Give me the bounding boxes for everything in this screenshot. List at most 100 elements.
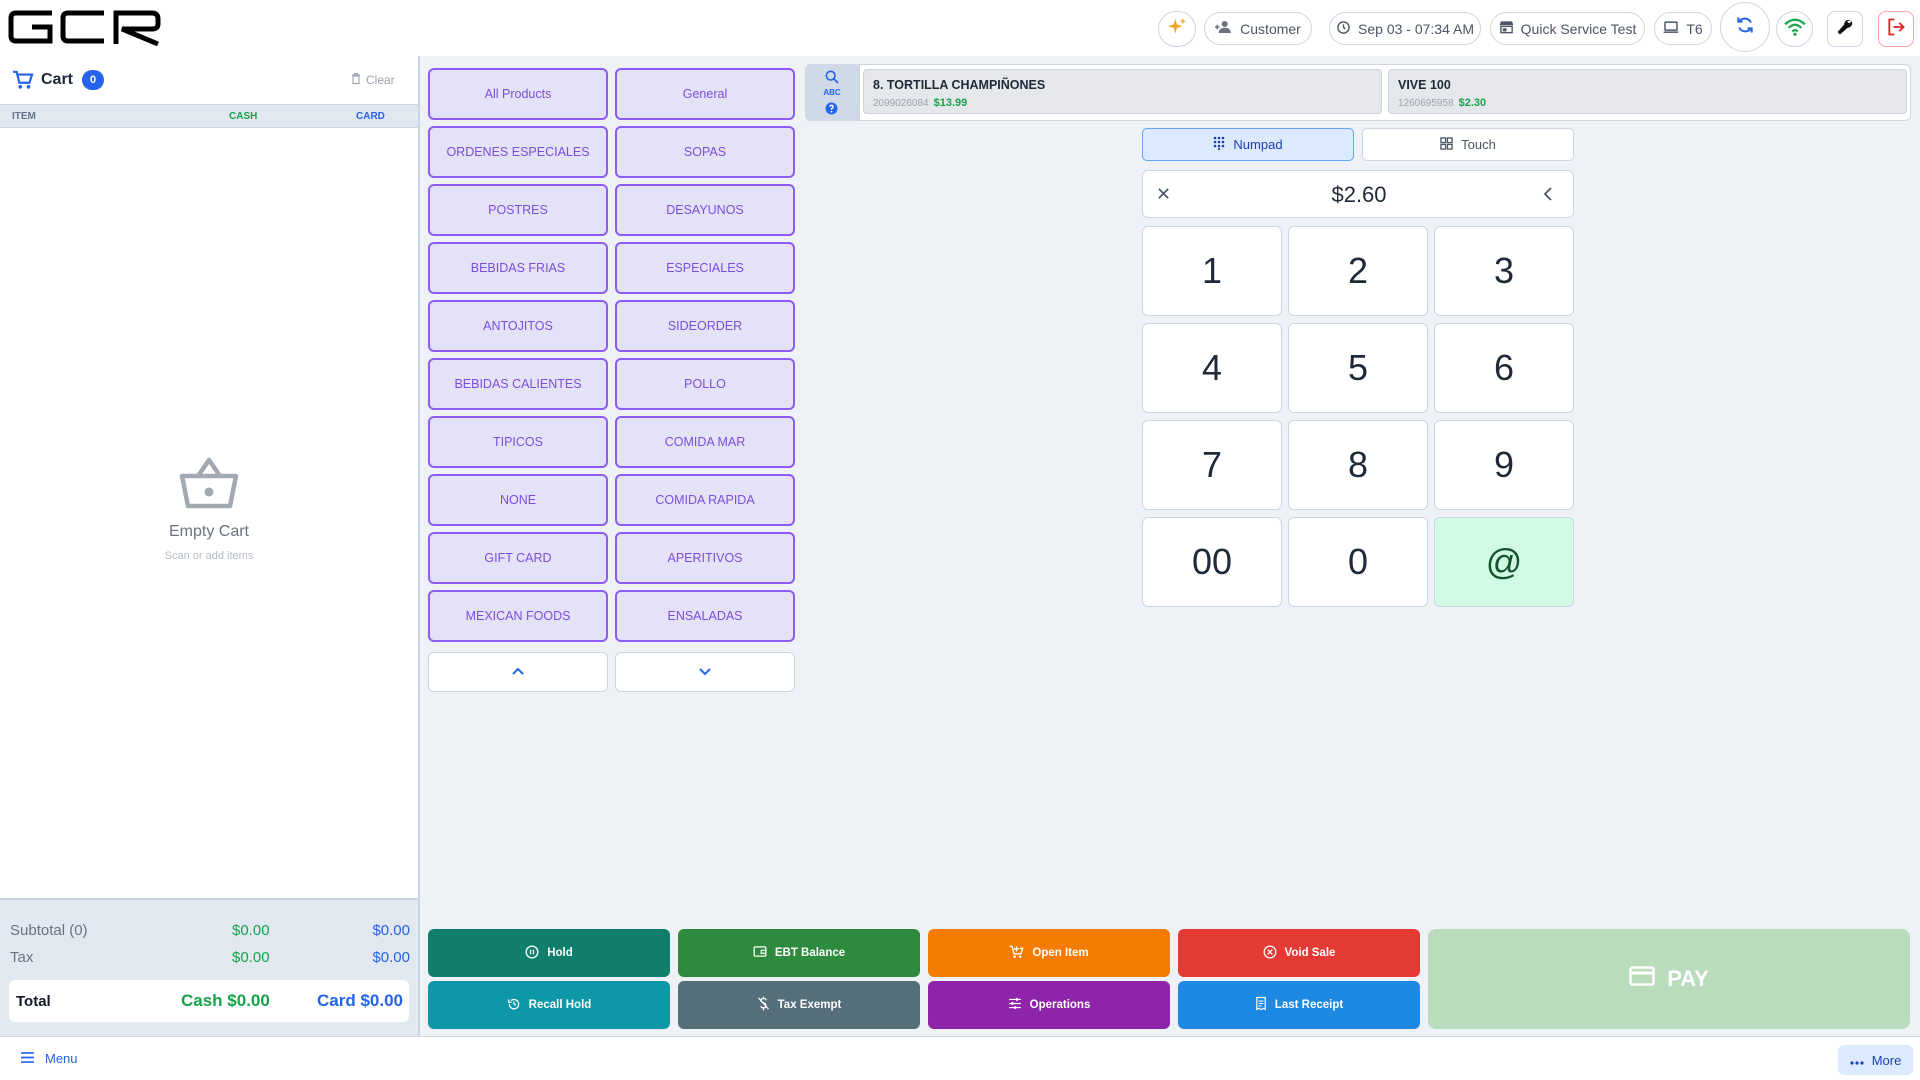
total-row: Total Cash $0.00 Card $0.00 (9, 980, 409, 1022)
store-selector[interactable]: Quick Service Test (1490, 12, 1645, 45)
category-gift-card[interactable]: GIFT CARD (428, 532, 608, 584)
category-bebidas-calientes[interactable]: BEBIDAS CALIENTES (428, 358, 608, 410)
category-general[interactable]: General (615, 68, 795, 120)
void-sale-label: Void Sale (1284, 947, 1336, 959)
total-label: Total (16, 993, 51, 1010)
category-antojitos[interactable]: ANTOJITOS (428, 300, 608, 352)
numpad-key-4[interactable]: 4 (1142, 323, 1282, 413)
numpad-key-7[interactable]: 7 (1142, 420, 1282, 510)
logout-button[interactable] (1878, 11, 1914, 47)
empty-cart-state: Empty Cart Scan or add items (0, 456, 418, 562)
category-sopas[interactable]: SOPAS (615, 126, 795, 178)
category-aperitivos[interactable]: APERITIVOS (615, 532, 795, 584)
sync-button[interactable] (1720, 2, 1770, 52)
quick-item-code: 1260695958 $2.30 (1398, 97, 1487, 109)
category-all-products[interactable]: All Products (428, 68, 608, 120)
category-especiales[interactable]: ESPECIALES (615, 242, 795, 294)
settings-tools-button[interactable] (1827, 11, 1863, 47)
operations-button[interactable]: Operations (928, 981, 1170, 1029)
menu-label: Menu (45, 1051, 78, 1066)
add-customer-icon (1215, 20, 1233, 37)
numpad-key-8[interactable]: 8 (1288, 420, 1428, 510)
cart-totals: Subtotal (0) $0.00 $0.00 Tax $0.00 $0.00… (0, 898, 418, 1036)
category-pollo[interactable]: POLLO (615, 358, 795, 410)
category-tipicos[interactable]: TIPICOS (428, 416, 608, 468)
category-comida-rapida[interactable]: COMIDA RAPIDA (615, 474, 795, 526)
numpad-key-2[interactable]: 2 (1288, 226, 1428, 316)
category-page-up-button[interactable] (428, 652, 608, 692)
category-ordenes-especiales[interactable]: ORDENES ESPECIALES (428, 126, 608, 178)
numpad-key-9[interactable]: 9 (1434, 420, 1574, 510)
more-button[interactable]: More (1838, 1045, 1913, 1075)
sync-icon (1735, 15, 1755, 40)
terminal-indicator[interactable]: T6 (1654, 12, 1712, 45)
tax-exempt-button[interactable]: Tax Exempt (678, 981, 920, 1029)
wallet-icon (753, 945, 767, 961)
subtotal-cash: $0.00 (232, 922, 270, 939)
mode-touch-tab[interactable]: Touch (1362, 128, 1574, 161)
menu-button[interactable]: Menu (20, 1051, 78, 1066)
ebt-balance-button[interactable]: EBT Balance (678, 929, 920, 977)
category-postres[interactable]: POSTRES (428, 184, 608, 236)
void-sale-button[interactable]: Void Sale (1178, 929, 1420, 977)
clear-cart-button[interactable]: Clear (351, 72, 395, 88)
category-mexican-foods[interactable]: MEXICAN FOODS (428, 590, 608, 642)
cancel-circle-icon (1263, 945, 1277, 962)
last-receipt-button[interactable]: Last Receipt (1178, 981, 1420, 1029)
operations-label: Operations (1029, 999, 1091, 1011)
category-none[interactable]: NONE (428, 474, 608, 526)
category-sideorder[interactable]: SIDEORDER (615, 300, 795, 352)
hamburger-icon (20, 1051, 35, 1066)
category-bebidas-frias[interactable]: BEBIDAS FRIAS (428, 242, 608, 294)
numpad-key-1[interactable]: 1 (1142, 226, 1282, 316)
cart-icon (12, 70, 34, 95)
numpad-key-3[interactable]: 3 (1434, 226, 1574, 316)
hold-button[interactable]: Hold (428, 929, 670, 977)
top-bar: Customer Sep 03 - 07:34 AM Quick Service… (0, 0, 1920, 56)
help-icon (825, 102, 838, 120)
numpad-key-at[interactable]: @ (1434, 517, 1574, 607)
tax-card: $0.00 (372, 949, 410, 966)
numpad-key-5[interactable]: 5 (1288, 323, 1428, 413)
quick-item[interactable]: VIVE 100 1260695958 $2.30 (1388, 69, 1907, 114)
network-status-button[interactable] (1776, 11, 1813, 47)
category-ensaladas[interactable]: ENSALADAS (615, 590, 795, 642)
numpad-key-6[interactable]: 6 (1434, 323, 1574, 413)
category-desayunos[interactable]: DESAYUNOS (615, 184, 795, 236)
category-comida-mar[interactable]: COMIDA MAR (615, 416, 795, 468)
mode-numpad-tab[interactable]: Numpad (1142, 128, 1354, 161)
cart-panel: Cart 0 Clear ITEM CASH CARD Empty Cart S… (0, 56, 420, 1036)
terminal-label: T6 (1686, 20, 1703, 37)
customer-button[interactable]: Customer (1204, 12, 1312, 45)
more-horizontal-icon (1850, 1053, 1864, 1068)
tax-exempt-label: Tax Exempt (777, 999, 842, 1011)
backspace-button[interactable] (1543, 186, 1553, 207)
logout-icon (1886, 17, 1906, 42)
quick-item-name: VIVE 100 (1398, 78, 1451, 92)
column-card: CARD (356, 111, 385, 122)
search-button[interactable]: ABC (805, 64, 859, 121)
more-label: More (1871, 1052, 1902, 1068)
quick-item-price: $13.99 (933, 97, 968, 109)
clear-label: Clear (366, 73, 395, 87)
sparkle-icon (1167, 17, 1187, 42)
category-page-down-button[interactable] (615, 652, 795, 692)
open-item-button[interactable]: Open Item (928, 929, 1170, 977)
pos-app: Customer Sep 03 - 07:34 AM Quick Service… (0, 0, 1920, 1080)
numpad-key-0[interactable]: 0 (1288, 517, 1428, 607)
open-item-label: Open Item (1032, 947, 1089, 959)
total-card: Card $0.00 (317, 991, 403, 1010)
recall-hold-button[interactable]: Recall Hold (428, 981, 670, 1029)
store-icon (1499, 20, 1514, 37)
quick-item-name: 8. TORTILLA CHAMPIÑONES (873, 78, 1046, 92)
pay-button[interactable]: PAY (1428, 929, 1910, 1029)
wrench-icon (1835, 17, 1855, 42)
store-name: Quick Service Test (1520, 20, 1637, 37)
numpad-key-00[interactable]: 00 (1142, 517, 1282, 607)
cart-count-badge: 0 (82, 70, 104, 90)
ai-assistant-button[interactable] (1158, 11, 1196, 47)
datetime-display[interactable]: Sep 03 - 07:34 AM (1329, 12, 1481, 45)
ebt-balance-label: EBT Balance (774, 947, 846, 959)
quick-item[interactable]: 8. TORTILLA CHAMPIÑONES 2099026084 $13.99 (863, 69, 1382, 114)
total-cash: Cash $0.00 (181, 991, 270, 1010)
